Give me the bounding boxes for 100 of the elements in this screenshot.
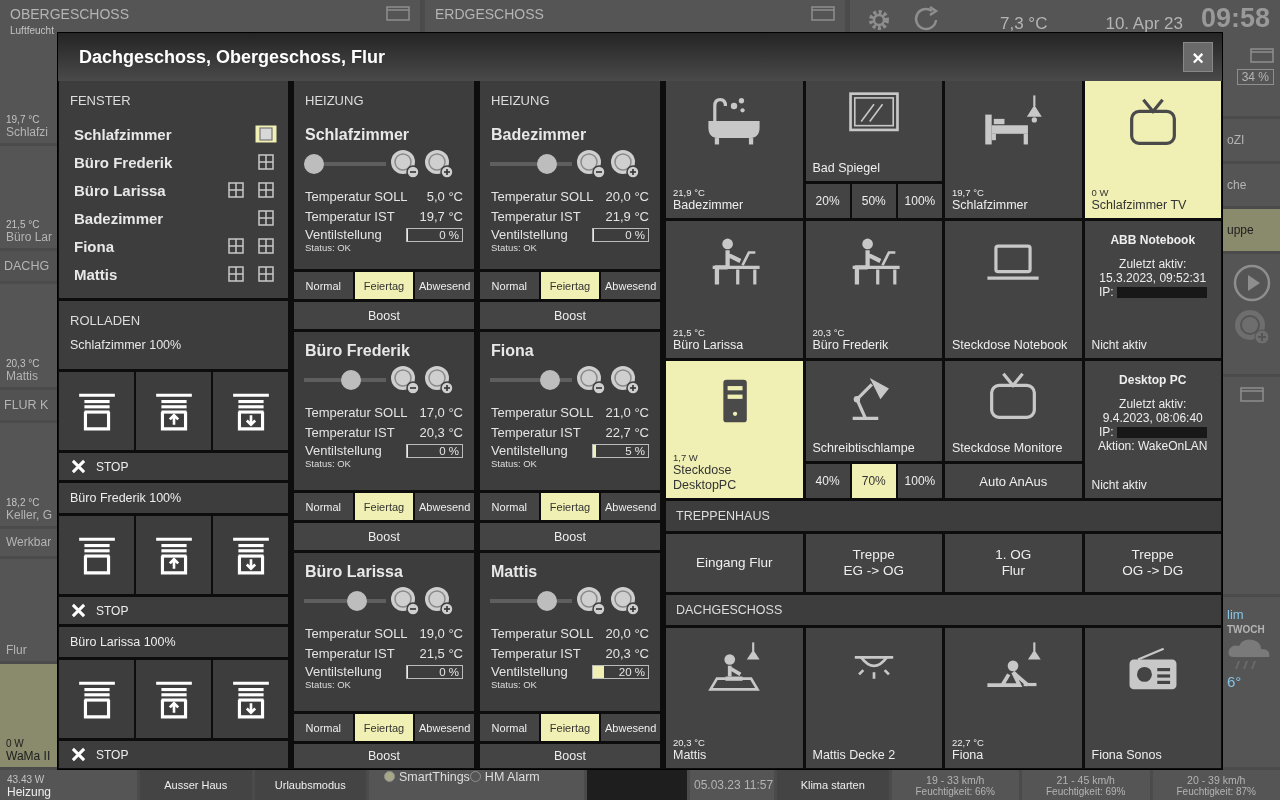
tile-label: Mattis: [6, 369, 39, 383]
mode-button[interactable]: Normal: [294, 493, 353, 520]
room-name: Fiona: [491, 342, 535, 360]
room-tile[interactable]: Flur: [0, 558, 57, 662]
device-tile[interactable]: Steckdose Notebook: [945, 221, 1082, 358]
mode-button[interactable]: Ausser Haus: [140, 770, 252, 800]
scene-button[interactable]: oZI: [1223, 119, 1280, 161]
mode-button[interactable]: Abwesend: [601, 714, 660, 741]
device-tile[interactable]: Mattis Decke 2: [805, 628, 942, 768]
boost-button[interactable]: Boost: [480, 523, 660, 550]
valve-label: Ventilstellung: [491, 227, 568, 242]
device-tile[interactable]: 1,7 W Steckdose DesktopPC: [666, 361, 803, 498]
tile-label: Fiona Sonos: [1091, 748, 1163, 763]
light-button[interactable]: 1. OG Flur: [945, 534, 1082, 592]
boost-button[interactable]: Boost: [294, 523, 474, 550]
boost-button[interactable]: Boost: [480, 302, 660, 329]
level-button[interactable]: 70%: [851, 464, 896, 498]
level-button[interactable]: 50%: [851, 184, 896, 218]
actual-label: Temperatur IST: [491, 424, 581, 442]
mode-button[interactable]: Normal: [480, 272, 539, 299]
room-name: Schlafzimmer: [74, 125, 173, 143]
mode-button[interactable]: Klima starten: [777, 770, 889, 800]
tile-value: 22,7 °C: [952, 737, 985, 748]
clock: 09:58: [1200, 4, 1270, 32]
tile-value: 21,5 °C: [673, 327, 706, 338]
tile-label: Mattis Decke 2: [812, 748, 897, 763]
outdoor-temperature: 7,3 °C: [1000, 14, 1048, 34]
mode-button[interactable]: Abwesend: [415, 272, 474, 299]
floor-title: OBERGESCHOSS: [10, 6, 130, 22]
setpoint-value: 21,0 °C: [605, 404, 649, 422]
mode-button[interactable]: Normal: [294, 272, 353, 299]
tile-label: Bad Spiegel: [812, 161, 881, 176]
mode-button[interactable]: Normal: [480, 493, 539, 520]
scene-button[interactable]: che: [1223, 164, 1280, 206]
stop-button[interactable]: STOP: [59, 597, 288, 624]
tile-value: 1,7 W: [673, 452, 699, 463]
device-tile[interactable]: Steckdose Monitore: [945, 361, 1082, 461]
mode-button[interactable]: Abwesend: [601, 272, 660, 299]
humidity: Feuchtigkeit: 66%: [915, 785, 995, 797]
actual-value: 22,7 °C: [605, 424, 649, 442]
mode-button[interactable]: Feiertag: [540, 714, 600, 741]
action-button[interactable]: Auto AnAus: [945, 464, 1082, 498]
actual-label: Temperatur IST: [305, 424, 395, 442]
actual-value: 19,7 °C: [419, 208, 463, 226]
mode-button[interactable]: Feiertag: [354, 714, 414, 741]
light-button[interactable]: Treppe EG -> OG: [805, 534, 942, 592]
room-tile[interactable]: 21,5 °C Büro Lar: [0, 145, 57, 249]
light-button[interactable]: Treppe OG -> DG: [1084, 534, 1221, 592]
boost-button[interactable]: Boost: [294, 302, 474, 329]
mode-button[interactable]: Abwesend: [415, 493, 474, 520]
room-tile[interactable]: 19,7 °C Schlafzi: [0, 40, 57, 143]
light-button[interactable]: Eingang Flur: [666, 534, 803, 592]
mode-button[interactable]: Normal: [294, 714, 353, 741]
boost-button[interactable]: Boost: [480, 744, 660, 768]
room-name: Büro Larissa: [305, 563, 404, 581]
mode-button[interactable]: Feiertag: [540, 272, 600, 299]
room-tile[interactable]: 43.43 W Heizung: [0, 770, 137, 800]
setpoint-label: Temperatur SOLL: [491, 625, 594, 643]
close-button[interactable]: ×: [1183, 42, 1213, 72]
valve-label: Ventilstellung: [491, 443, 568, 458]
device-tile[interactable]: Fiona Sonos: [1084, 628, 1221, 768]
device-tile[interactable]: 19,7 °C Schlafzimmer: [945, 81, 1082, 218]
boost-button[interactable]: Boost: [294, 744, 474, 768]
room-tile[interactable]: 18,2 °C Keller, G: [0, 423, 57, 526]
room-name: Mattis: [491, 563, 539, 581]
stop-button[interactable]: STOP: [59, 741, 288, 768]
level-button[interactable]: 20%: [805, 184, 850, 218]
device-tile[interactable]: 22,7 °C Fiona: [945, 628, 1082, 768]
section-header: DACHG: [0, 251, 57, 282]
blind-tile[interactable]: 34 %: [1223, 40, 1280, 116]
status-text: Status: OK: [305, 679, 352, 690]
room-tile[interactable]: 0 W WaMa II: [0, 664, 57, 768]
mode-button[interactable]: Urlaubsmodus: [254, 770, 366, 800]
device-tile[interactable]: 20,3 °C Mattis: [666, 628, 803, 768]
level-button[interactable]: 100%: [897, 184, 942, 218]
actual-value: 20,3 °C: [419, 424, 463, 442]
mode-button[interactable]: Abwesend: [415, 714, 474, 741]
stop-button[interactable]: STOP: [59, 453, 288, 480]
info-status: Nicht aktiv: [1090, 478, 1147, 492]
level-button[interactable]: 100%: [897, 464, 942, 498]
device-tile[interactable]: Schreibtischlampe: [805, 361, 942, 461]
mode-button[interactable]: Feiertag: [354, 493, 414, 520]
status-label: HM Alarm: [484, 770, 540, 784]
weather-place: lim: [1227, 607, 1245, 622]
valve-label: Ventilstellung: [491, 664, 568, 679]
mode-button[interactable]: Normal: [480, 714, 539, 741]
tile-label: Büro Frederik: [812, 338, 890, 353]
mode-button[interactable]: Feiertag: [540, 493, 600, 520]
level-button[interactable]: 40%: [805, 464, 850, 498]
mode-button[interactable]: Feiertag: [354, 272, 414, 299]
device-tile[interactable]: 20,3 °C Büro Frederik: [805, 221, 942, 358]
device-tile[interactable]: 0 W Schlafzimmer TV: [1084, 81, 1221, 218]
scene-button[interactable]: uppe: [1223, 209, 1280, 251]
room-tile[interactable]: 20,3 °C Mattis: [0, 284, 57, 387]
device-tile[interactable]: 21,5 °C Büro Larissa: [666, 221, 803, 358]
setpoint-value: 20,0 °C: [605, 625, 649, 643]
mode-button[interactable]: Abwesend: [601, 493, 660, 520]
device-row[interactable]: Werkbar: [0, 528, 57, 556]
device-tile[interactable]: 21,9 °C Badezimmer: [666, 81, 803, 218]
device-tile[interactable]: Bad Spiegel: [805, 81, 942, 181]
